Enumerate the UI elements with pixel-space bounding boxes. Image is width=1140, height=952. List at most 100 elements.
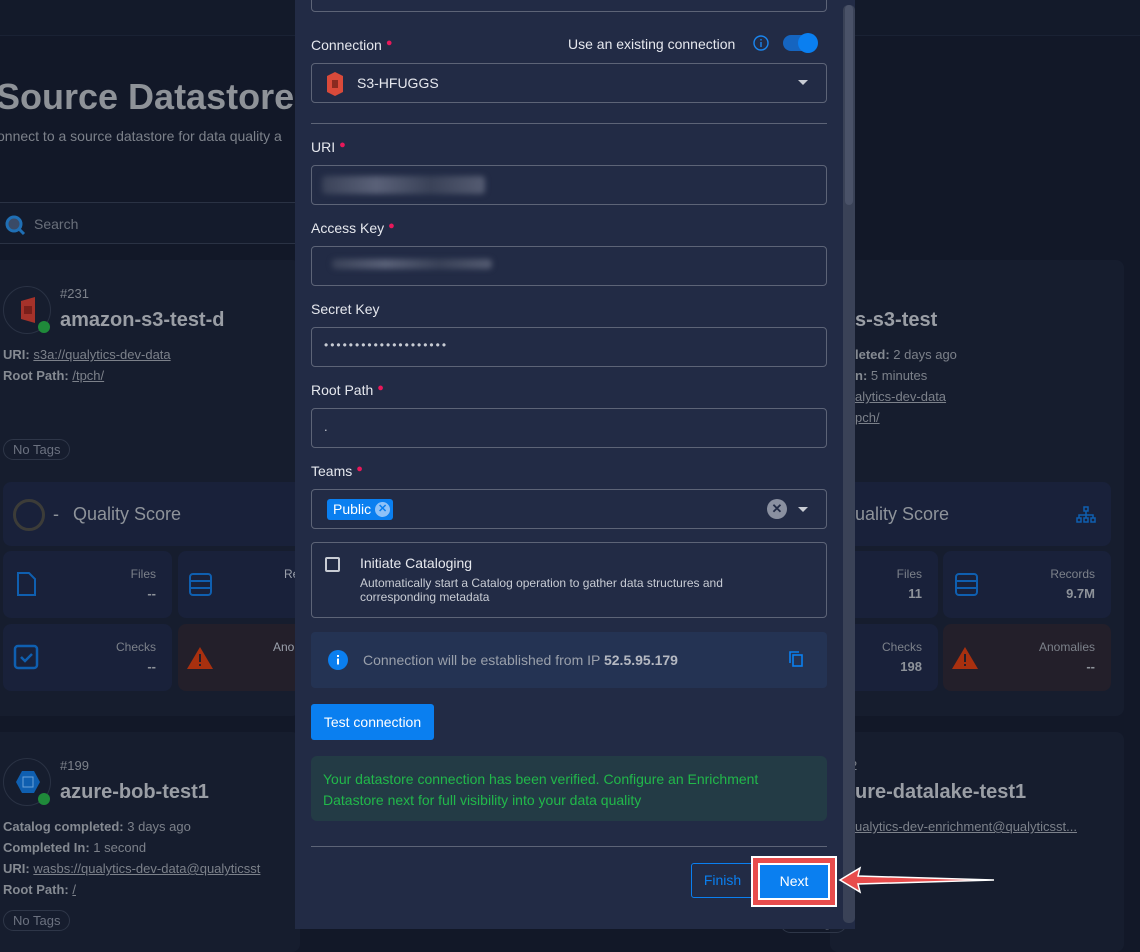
ip-address: 52.5.95.179 [603,652,678,668]
s3-bucket-icon [21,297,35,323]
quality-score: - [53,504,59,524]
records-tile: Re [178,551,308,618]
status-dot [38,321,50,333]
warning-icon [952,647,978,669]
secret-key-label: Secret Key [311,301,380,317]
cataloging-checkbox[interactable] [325,557,340,572]
catalog-label: leted: [855,347,890,362]
use-existing-toggle[interactable] [783,33,818,53]
info-icon [328,650,348,670]
use-existing-label: Use an existing connection [568,36,736,52]
previous-field[interactable] [311,0,827,12]
root-label: Root Path: [3,882,69,897]
checks-tile: Checks -- [3,624,172,691]
catalog-value: 3 days ago [127,819,191,834]
chevron-down-icon[interactable] [798,507,808,512]
status-dot [38,793,50,805]
cataloging-description: Automatically start a Catalog operation … [360,576,723,604]
completed-label: Completed In: [3,840,90,855]
modal-scrollbar[interactable] [843,5,855,923]
checks-value: 198 [900,659,922,674]
divider [311,123,827,124]
hierarchy-icon[interactable] [1076,506,1096,524]
connection-label: Connection ● [311,37,393,53]
search-icon [5,215,26,236]
s3-bucket-icon [327,72,343,96]
secret-key-value: •••••••••••••••••••• [324,338,449,352]
cataloging-title: Initiate Cataloging [360,555,473,571]
divider [311,846,827,847]
initiate-cataloging-option[interactable]: Initiate Cataloging Automatically start … [311,542,827,618]
tags-badge: No Tags [3,910,71,931]
quality-score-panel: uality Score [830,482,1111,546]
highlight-box: Next [751,856,837,907]
root-path-input[interactable]: . [311,408,827,448]
uri-link[interactable]: s3a://qualytics-dev-data [33,347,170,362]
uri-link[interactable]: alytics-dev-data [855,389,946,404]
completed-value: 5 minutes [870,368,928,383]
anomalies-tile: Anomalies -- [943,624,1111,691]
score-ring [13,499,45,531]
files-value: -- [147,586,156,601]
search-input[interactable]: Search [0,202,300,244]
uri-link[interactable]: ualytics-dev-enrichment@qualyticsst... [855,819,1077,834]
team-chip-public: Public ✕ [327,499,394,520]
arrow-annotation-icon [838,866,995,894]
root-link[interactable]: /tpch/ [72,368,104,383]
checks-icon [13,644,39,670]
finish-button[interactable]: Finish [691,863,754,898]
access-key-label: Access Key ● [311,220,395,236]
uri-link[interactable]: wasbs://qualytics-dev-data@qualyticsst [33,861,260,876]
datastore-card[interactable] [830,732,1124,952]
files-label: Files [130,567,156,581]
page-title: Source Datastore [0,76,295,117]
catalog-value: 2 days ago [893,347,957,362]
datastore-id: #199 [60,758,89,773]
anomalies-tile: Ano [178,624,308,691]
anomalies-label: Anomalies [1038,640,1095,654]
ip-info-banner: Connection will be established from IP 5… [311,632,827,688]
root-link[interactable]: pch/ [855,410,880,425]
completed-value: 1 second [93,840,147,855]
success-message: Your datastore connection has been verif… [311,756,827,821]
chip-remove-icon[interactable]: ✕ [375,502,391,517]
files-label: Files [896,567,922,581]
secret-key-input[interactable]: •••••••••••••••••••• [311,327,827,367]
search-placeholder: Search [34,216,79,232]
file-icon [17,572,36,596]
files-value: 11 [908,586,922,601]
datastore-name[interactable]: ure-datalake-test1 [855,781,1026,804]
records-label: Records [1050,567,1095,581]
root-link[interactable]: / [72,882,76,897]
info-icon[interactable] [753,35,769,51]
uri-label: URI: [3,861,30,876]
copy-icon[interactable] [789,651,803,667]
checks-value: -- [147,659,156,674]
datastore-name[interactable]: azure-bob-test1 [60,781,209,804]
teams-select[interactable]: Public ✕ ✕ [311,489,827,529]
chevron-down-icon [798,80,808,85]
clear-icon[interactable]: ✕ [767,499,787,519]
uri-label: URI: [3,347,30,362]
warning-icon [187,647,213,669]
checks-label: Checks [881,640,922,654]
test-connection-button[interactable]: Test connection [311,704,434,740]
datastore-name[interactable]: s-s3-test [855,309,937,332]
next-button[interactable]: Next [758,863,830,900]
records-value: 9.7M [1066,586,1095,601]
anomalies-label: Ano [273,640,295,654]
database-icon [955,573,978,596]
checks-label: Checks [115,640,156,654]
uri-label: URI ● [311,139,346,155]
connection-select[interactable]: S3-HFUGGS [311,63,827,103]
tags-badge: No Tags [3,439,71,460]
datastore-name[interactable]: amazon-s3-test-d [60,309,224,332]
datastore-id: #231 [60,286,89,301]
teams-label: Teams ● [311,463,363,479]
ip-text: Connection will be established from IP [363,652,604,668]
access-key-input[interactable] [311,246,827,286]
records-tile: Records 9.7M [943,551,1111,618]
root-path-label: Root Path ● [311,382,384,398]
uri-input[interactable] [311,165,827,205]
catalog-label: Catalog completed: [3,819,124,834]
